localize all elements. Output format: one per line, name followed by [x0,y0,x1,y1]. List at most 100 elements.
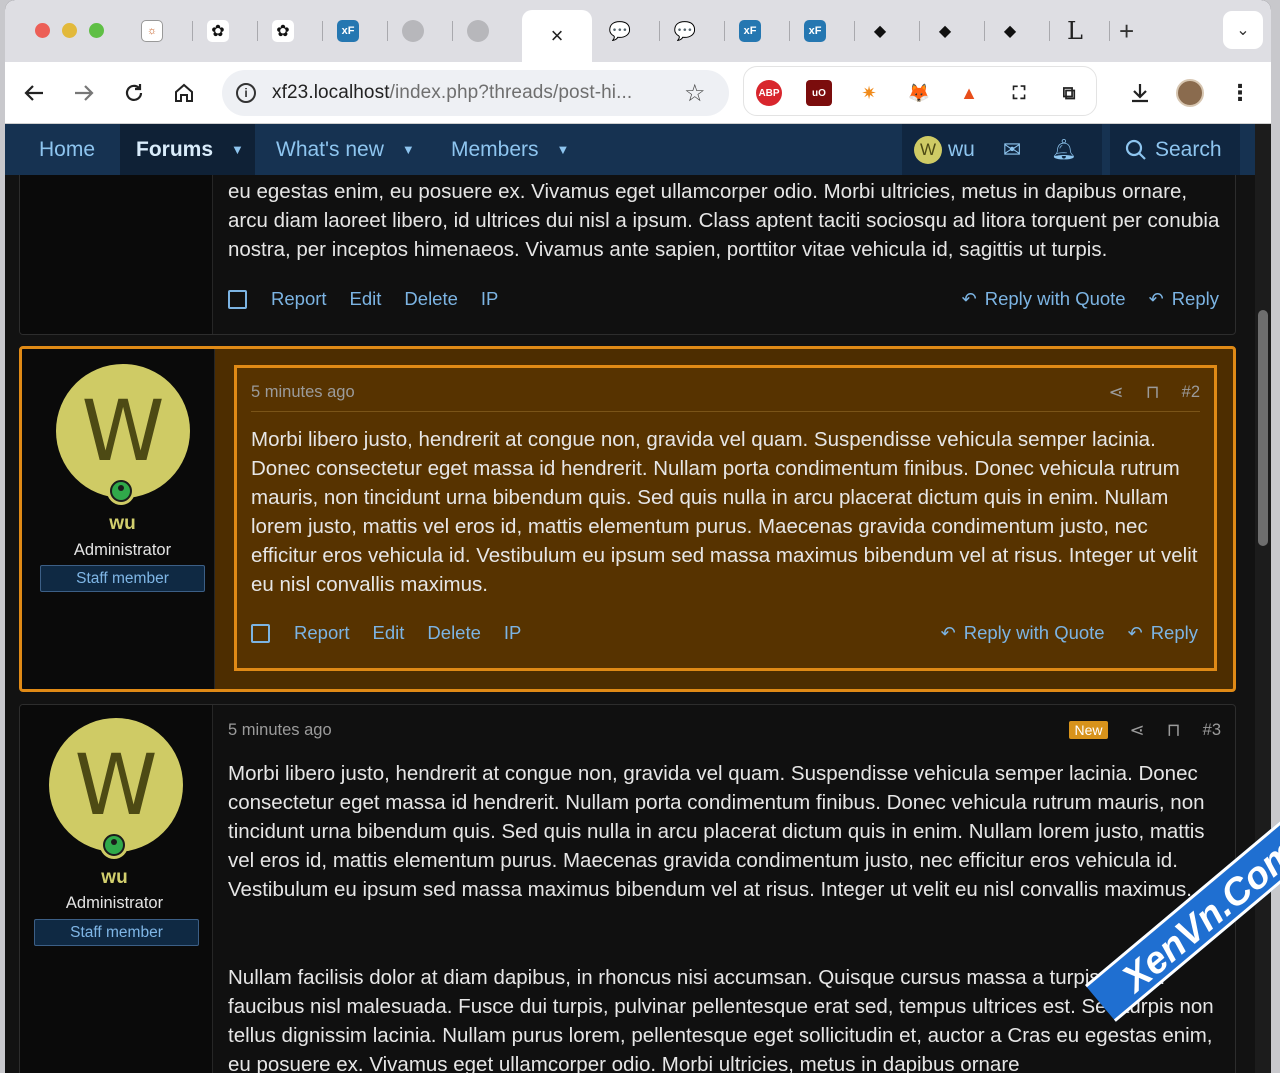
post-time[interactable]: 5 minutes ago [228,721,332,740]
browser-window: ☼ ✿ ✿ xF × 💬 💬 xF xF ◆ ◆ ◆ L + ⌄ i xf23.… [5,0,1271,1073]
tab-strip: ☼ ✿ ✿ xF × 💬 💬 xF xF ◆ ◆ ◆ L + ⌄ [5,0,1271,62]
post-body: eu egestas enim, eu posuere ex. Vivamus … [228,177,1221,309]
address-bar[interactable]: i xf23.localhost/index.php?threads/post-… [222,70,729,116]
tab-onepanel[interactable]: ☼ [127,10,193,52]
info-icon[interactable]: i [236,83,256,103]
post-message: eu egestas enim, eu posuere ex. Vivamus … [228,180,1220,261]
bookmark-icon[interactable]: ⊓ [1146,382,1160,403]
username-link[interactable]: wu [26,513,219,535]
delete-link[interactable]: Delete [404,288,457,310]
reload-icon [125,84,143,101]
back-button[interactable] [17,76,51,110]
edit-link[interactable]: Edit [373,622,405,644]
tab-wolf-2[interactable]: ◆ [920,10,985,52]
chevron-down-icon[interactable]: ▼ [402,142,415,157]
xf-icon: xF [804,20,826,42]
ip-link[interactable]: IP [481,288,498,310]
online-status-icon [100,831,128,859]
minimize-window-button[interactable] [62,23,77,38]
post-user-column: W wu Administrator Staff member [22,349,215,689]
zoom-window-button[interactable] [89,23,104,38]
nav-whats-new[interactable]: What's new ▼ [260,124,420,175]
select-post-checkbox[interactable] [251,623,270,643]
delete-link[interactable]: Delete [427,622,480,644]
ublock-origin-icon[interactable]: uO [806,80,832,106]
letter-l-icon: L [1064,17,1086,45]
url-text: xf23.localhost/index.php?threads/post-hi… [272,82,633,103]
chevron-down-icon[interactable]: ▼ [557,142,570,157]
screenshot-icon[interactable]: ⛶ [1006,80,1032,106]
username-link[interactable]: wu [20,867,211,889]
tab-wolf-1[interactable]: ◆ [855,10,920,52]
scrollbar-thumb[interactable] [1258,310,1268,546]
reply-button[interactable]: Reply [1172,288,1219,310]
post-body-highlight: 5 minutes ago ⋖ ⊓ #2 Morbi libero justo,… [234,365,1217,671]
profile-button[interactable] [1173,76,1207,110]
tab-xf-2[interactable]: xF [725,10,790,52]
reload-button[interactable] [117,76,151,110]
report-link[interactable]: Report [271,288,327,310]
arc-icon[interactable]: ▲ [956,80,982,106]
reply-button[interactable]: Reply [1151,622,1198,644]
nav-members[interactable]: Members ▼ [435,124,585,175]
arrow-left-icon [24,85,43,101]
post-number-link[interactable]: #3 [1203,721,1221,740]
search-label: Search [1155,137,1222,161]
report-link[interactable]: Report [294,622,350,644]
puzzle-icon[interactable]: ⧉ [1056,80,1082,106]
select-post-checkbox[interactable] [228,289,247,309]
tab-openai-1[interactable]: ✿ [193,10,258,52]
tab-globe-2[interactable] [453,10,518,52]
onepanel-icon: ☼ [141,20,163,42]
tab-wolf-3[interactable]: ◆ [985,10,1050,52]
bookmark-icon[interactable]: ⊓ [1167,720,1181,741]
chevron-down-icon[interactable]: ▼ [231,142,244,157]
nav-forums[interactable]: Forums ▼ [120,124,255,175]
post-actions: Report Edit Delete IP ↶ Reply with Quote… [251,618,1200,648]
tab-chat-2[interactable]: 💬 [660,10,725,52]
post-meta: 5 minutes ago ⋖ ⊓ #2 [251,378,1200,412]
mail-icon[interactable]: ✉ [1003,137,1021,163]
post-meta: 5 minutes ago New ⋖ ⊓ #3 [228,715,1221,745]
scrollbar[interactable] [1255,124,1271,1073]
downloads-button[interactable] [1123,76,1157,110]
nav-home[interactable]: Home [23,124,133,175]
post-2: W wu Administrator Staff member 5 minute… [19,346,1236,692]
ip-link[interactable]: IP [504,622,521,644]
home-icon [175,83,193,102]
browser-menu-button[interactable]: ⋮ [1223,76,1257,110]
bell-icon[interactable]: 🔔︎ [1051,137,1076,162]
user-menu[interactable]: W wu [914,135,975,164]
share-icon[interactable]: ⋖ [1130,720,1145,741]
reply-with-quote-button[interactable]: Reply with Quote [985,288,1126,310]
post-message-paragraph-2: Nullam facilisis dolor at diam dapibus, … [228,966,1214,1073]
online-status-icon [107,477,135,505]
tab-xf-1[interactable]: xF [323,10,388,52]
tab-l[interactable]: L [1050,10,1110,52]
chat-icon: 💬 [608,20,632,42]
forum-navbar: Home Forums ▼ What's new ▼ Members ▼ W w… [5,124,1255,175]
tab-xf-3[interactable]: xF [790,10,855,52]
new-tab-button[interactable]: + [1119,16,1134,47]
sparkle-icon[interactable]: ✷ [856,80,882,106]
forward-button[interactable] [67,76,101,110]
tab-search-button[interactable]: ⌄ [1223,11,1263,49]
search-button[interactable]: Search [1110,124,1240,175]
close-icon[interactable]: × [551,23,564,49]
tab-chat-1[interactable]: 💬 [595,10,660,52]
tab-openai-2[interactable]: ✿ [258,10,323,52]
share-icon[interactable]: ⋖ [1109,382,1124,403]
tab-globe-1[interactable] [388,10,453,52]
metamask-icon[interactable]: 🦊 [906,80,932,106]
post-time[interactable]: 5 minutes ago [251,383,355,402]
edit-link[interactable]: Edit [350,288,382,310]
adblock-plus-icon[interactable]: ABP [756,80,782,106]
home-button[interactable] [167,76,201,110]
post-user-column: W wu Administrator Staff member [20,705,213,1073]
post-number-link[interactable]: #2 [1182,383,1200,402]
bookmark-star-icon[interactable]: ☆ [684,79,706,108]
close-window-button[interactable] [35,23,50,38]
tab-active[interactable]: × [522,10,592,62]
user-name-label: wu [948,137,975,161]
reply-with-quote-button[interactable]: Reply with Quote [964,622,1105,644]
